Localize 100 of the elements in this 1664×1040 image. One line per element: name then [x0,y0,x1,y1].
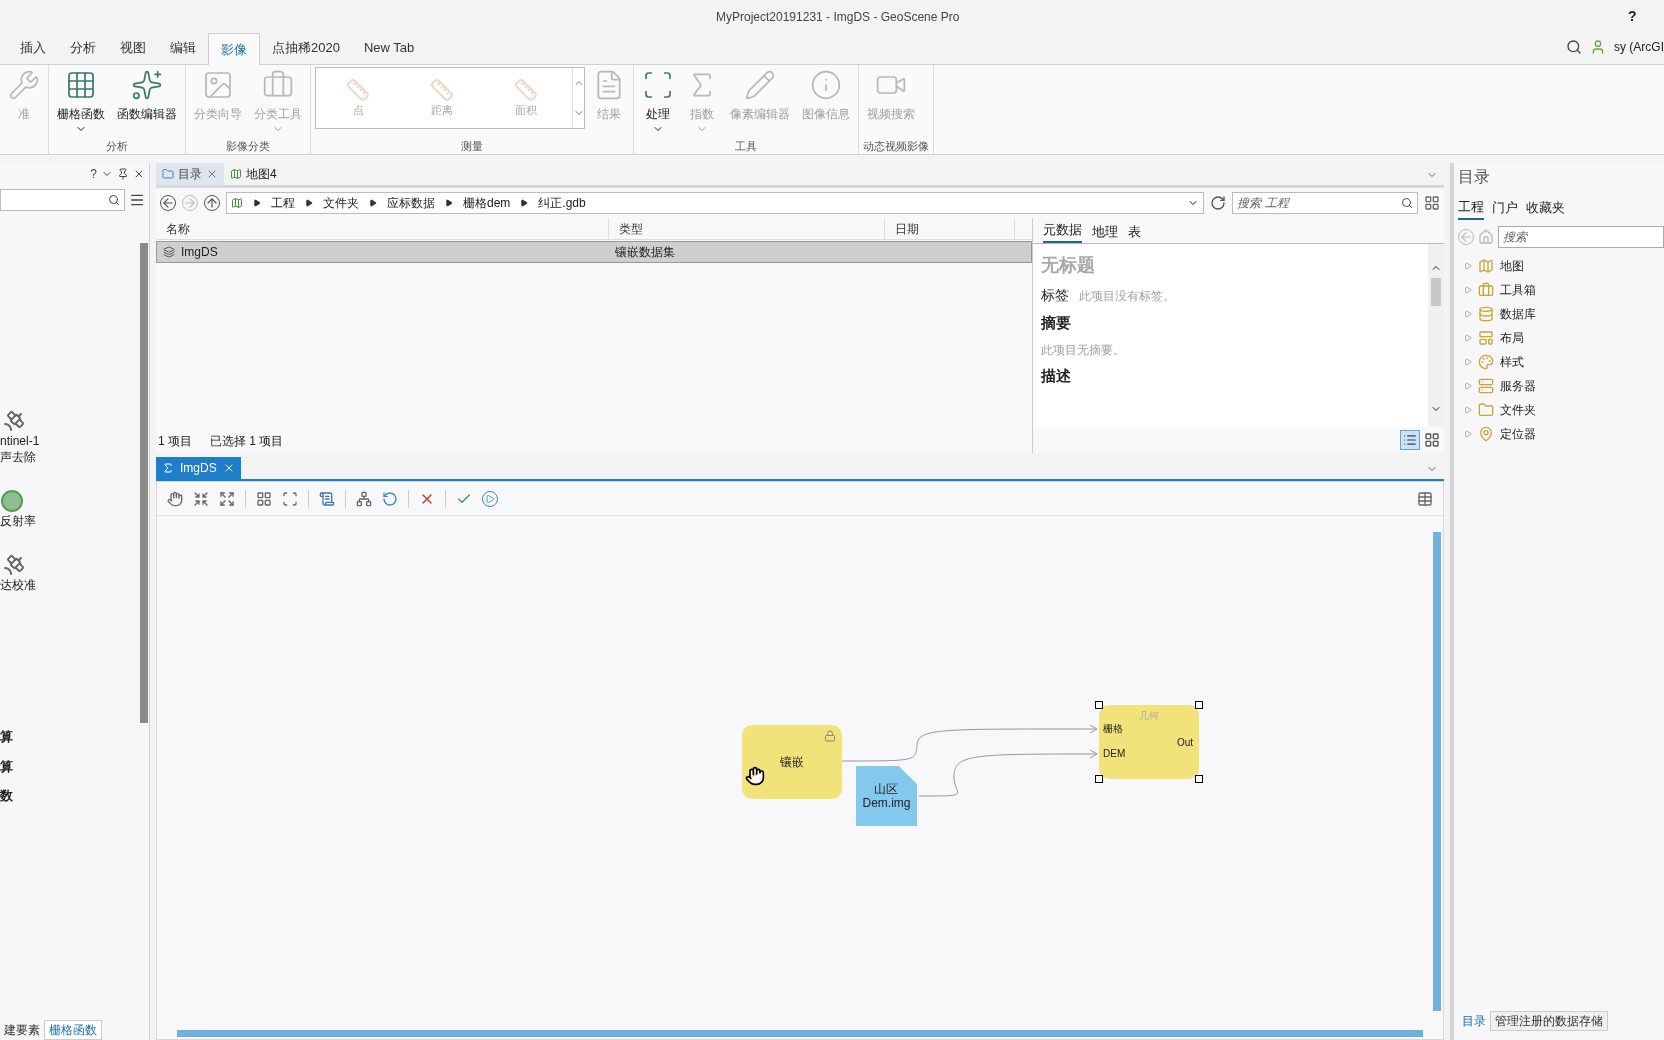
panel-tab[interactable]: 栅格函数 [44,1020,102,1040]
tool-label[interactable]: 达校准 [0,577,139,593]
input-port[interactable]: DEM [1103,746,1126,761]
search-field[interactable] [0,189,125,211]
search-field[interactable]: 搜索 工程 [1232,192,1419,214]
ribbon-tab[interactable]: 插入 [8,32,58,64]
tool-label[interactable]: 反射率 [0,513,139,529]
function-label[interactable]: 算 [0,727,139,747]
table-row[interactable]: ImgDS 镶嵌数据集 [156,241,1032,263]
breadcrumb-item[interactable]: 应标数据 [386,194,435,212]
view-tab[interactable]: ImgDS [156,457,241,479]
pin-icon[interactable] [117,168,129,180]
satellite-icon[interactable] [2,409,26,433]
selection-handle[interactable] [1195,775,1203,783]
pane-tab[interactable]: 门户 [1492,197,1518,220]
menu-icon[interactable] [129,192,145,208]
details-tab[interactable]: 表 [1128,221,1141,243]
function-label[interactable]: 数 [0,786,139,806]
ribbon-tab[interactable]: 视图 [108,32,158,64]
fit-icon[interactable] [282,490,298,507]
selection-handle[interactable] [1095,775,1103,783]
metadata-note: 此项目无摘要。 [1041,341,1126,359]
breadcrumb-item[interactable]: 工程 [270,194,295,212]
ribbon-tab[interactable]: 分析 [58,32,108,64]
tree-item[interactable]: 工具箱 [1458,277,1664,302]
tree-item[interactable]: 布局 [1458,325,1664,350]
tool-label[interactable]: ntinel-1 [0,433,139,449]
ribbon-button[interactable]: 函数编辑器 [113,65,181,135]
ribbon-button[interactable]: 处理 [638,65,678,135]
ribbon-button[interactable]: 栅格函数 [53,65,109,135]
group-label: 分析 [106,140,128,152]
function-node[interactable]: 镶嵌 [742,725,842,799]
breadcrumb-item[interactable]: 文件夹 [322,194,359,212]
tree-item[interactable]: 定位器 [1458,421,1664,446]
pane-tab[interactable]: 收藏夹 [1526,197,1565,220]
script-icon[interactable] [319,490,335,507]
grid-view-icon[interactable] [1422,430,1442,450]
layout-icon[interactable] [256,490,272,507]
tree-item[interactable]: 数据库 [1458,301,1664,326]
user-name[interactable]: sy (ArcGI [1614,38,1664,56]
pane-title: 目录 [1458,167,1491,187]
path-field[interactable]: 工程 文件夹 应标数据 栅格dem 纠正.gdb [225,192,1205,214]
tool-icon[interactable] [0,489,24,513]
refresh-icon[interactable] [1210,195,1227,211]
function-table-icon[interactable] [1417,490,1433,507]
separator-arrow-icon[interactable] [444,199,453,207]
search-icon[interactable] [1401,197,1414,209]
column-header[interactable]: 名称 [156,218,609,239]
output-port[interactable]: Out [1176,735,1193,750]
tree-item[interactable]: 文件夹 [1458,397,1664,422]
separator-arrow-icon[interactable] [252,199,261,207]
ribbon-tab[interactable]: 影像 [208,33,260,65]
selection-handle[interactable] [1195,701,1203,709]
ribbon-tab[interactable]: 点抽稀2020 [260,32,352,64]
scroll-thumb[interactable] [1431,278,1441,306]
separator-arrow-icon[interactable] [368,199,377,207]
search-input[interactable]: 搜索 工程 [1237,194,1402,212]
tool-label[interactable]: 声去除 [0,449,139,465]
scrollbar[interactable] [1428,244,1444,427]
search-icon[interactable] [1566,39,1582,55]
search-field[interactable]: 搜索 [1498,225,1664,248]
data-node[interactable]: 山区 Dem.img [856,766,917,826]
list-view-icon[interactable] [1400,430,1420,450]
satellite-icon[interactable] [2,553,26,577]
column-header[interactable]: 类型 [609,218,885,239]
reset-icon[interactable] [382,490,398,507]
pane-tab[interactable]: 工程 [1458,197,1484,220]
function-node[interactable]: 几何 栅格 DEM Out [1099,705,1199,779]
input-port[interactable]: 栅格 [1103,721,1123,736]
tree-item[interactable]: 服务器 [1458,373,1664,398]
column-header[interactable]: 日期 [885,218,1015,239]
help-button[interactable]: ? [90,165,97,183]
shrink-icon[interactable] [193,490,209,507]
ruler-icon [514,77,538,102]
details-tab[interactable]: 地理 [1092,221,1118,243]
view-tab[interactable]: 目录 [156,163,224,185]
group-label: 工具 [735,140,757,152]
metadata-value: 此项目没有标签。 [1079,288,1175,305]
function-label[interactable]: 算 [0,756,139,776]
search-icon[interactable] [108,194,120,206]
close-icon[interactable] [133,168,145,180]
ribbon-tab[interactable]: New Tab [351,32,427,64]
separator-arrow-icon[interactable] [304,199,313,207]
separator-arrow-icon[interactable] [520,199,529,207]
expand-icon[interactable] [219,490,235,507]
breadcrumb-item[interactable]: 纠正.gdb [538,194,586,212]
add-node-icon[interactable] [356,490,372,507]
view-tab[interactable]: 地图4 [224,163,283,185]
selection-handle[interactable] [1095,701,1103,709]
tree-item[interactable]: 地图 [1458,253,1664,278]
pan-icon[interactable] [167,490,183,507]
layout-icon[interactable] [1424,195,1440,211]
tree-item[interactable]: 样式 [1458,349,1664,374]
pane-tab[interactable]: 管理注册的数据存储 [1490,1011,1608,1031]
help-button[interactable]: ? [1628,6,1637,27]
breadcrumb-item[interactable]: 栅格dem [462,194,511,212]
pane-tab[interactable]: 目录 [1458,1011,1490,1031]
ribbon-tab[interactable]: 编辑 [158,32,208,64]
panel-tab[interactable]: 建要素 [0,1020,44,1040]
search-input[interactable]: 搜索 [1503,227,1659,246]
